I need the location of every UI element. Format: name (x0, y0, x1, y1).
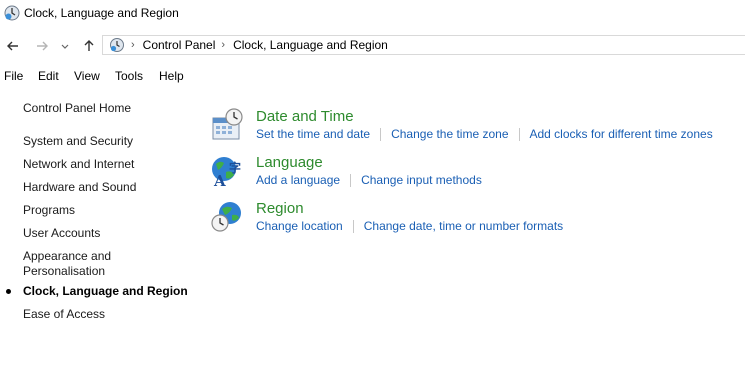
menu-view[interactable]: View (74, 69, 100, 83)
breadcrumb-separator-icon: › (221, 39, 226, 51)
sidebar-item-appearance[interactable]: Appearance and Personalisation (23, 249, 123, 279)
link-divider (380, 127, 382, 141)
change-time-zone-link[interactable]: Change the time zone (391, 127, 508, 141)
category-date-and-time: Date and Time Set the time and date Chan… (210, 108, 740, 152)
sidebar-item-clock-language-region[interactable]: Clock, Language and Region (23, 284, 188, 299)
category-language: A 字 Language Add a language Change input… (210, 154, 740, 198)
change-formats-link[interactable]: Change date, time or number formats (364, 219, 563, 233)
sidebar-item-hardware-sound[interactable]: Hardware and Sound (23, 180, 136, 195)
arrow-left-icon (7, 41, 18, 51)
arrow-right-icon (37, 41, 48, 51)
calendar-clock-icon (210, 108, 246, 144)
up-button[interactable] (80, 36, 98, 56)
menu-help[interactable]: Help (159, 69, 184, 83)
change-location-link[interactable]: Change location (256, 219, 343, 233)
category-title[interactable]: Language (256, 154, 323, 171)
change-input-methods-link[interactable]: Change input methods (361, 173, 482, 187)
menu-edit[interactable]: Edit (38, 69, 59, 83)
breadcrumb-separator-icon: › (131, 39, 135, 51)
category-title[interactable]: Date and Time (256, 108, 354, 125)
svg-text:字: 字 (229, 160, 241, 175)
forward-button[interactable] (33, 36, 51, 56)
globe-language-icon: A 字 (210, 154, 246, 190)
set-time-date-link[interactable]: Set the time and date (256, 127, 370, 141)
control-panel-icon (109, 37, 125, 53)
menu-tools[interactable]: Tools (115, 69, 143, 83)
menu-bar: File Edit View Tools Help (0, 66, 745, 86)
chevron-down-icon (61, 44, 69, 49)
link-divider (352, 219, 354, 233)
clock-globe-icon (4, 5, 20, 21)
category-region: Region Change location Change date, time… (210, 200, 740, 244)
sidebar-item-system-security[interactable]: System and Security (23, 134, 133, 149)
current-item-bullet-icon (6, 289, 11, 294)
sidebar-home-link[interactable]: Control Panel Home (23, 101, 131, 116)
title-bar: Clock, Language and Region (0, 0, 745, 28)
category-title[interactable]: Region (256, 200, 304, 217)
window-title: Clock, Language and Region (24, 6, 179, 20)
arrow-up-icon (84, 40, 94, 51)
back-button[interactable] (4, 36, 22, 56)
category-links: Add a language Change input methods (256, 173, 482, 187)
globe-clock-icon (210, 200, 246, 236)
sidebar-item-programs[interactable]: Programs (23, 203, 75, 218)
menu-file[interactable]: File (4, 69, 23, 83)
link-divider (518, 127, 520, 141)
svg-text:A: A (213, 172, 226, 188)
add-clocks-link[interactable]: Add clocks for different time zones (530, 127, 713, 141)
sidebar-item-ease-of-access[interactable]: Ease of Access (23, 307, 105, 322)
sidebar-item-network-internet[interactable]: Network and Internet (23, 157, 134, 172)
sidebar-item-user-accounts[interactable]: User Accounts (23, 226, 100, 241)
recent-locations-button[interactable] (58, 36, 72, 56)
category-links: Change location Change date, time or num… (256, 219, 563, 233)
category-links: Set the time and date Change the time zo… (256, 127, 713, 141)
address-bar[interactable]: › Control Panel › Clock, Language and Re… (102, 35, 745, 55)
add-language-link[interactable]: Add a language (256, 173, 340, 187)
link-divider (350, 173, 352, 187)
navigation-bar: › Control Panel › Clock, Language and Re… (0, 33, 745, 59)
breadcrumb-control-panel[interactable]: Control Panel (143, 38, 216, 52)
breadcrumb-current[interactable]: Clock, Language and Region (233, 38, 388, 52)
